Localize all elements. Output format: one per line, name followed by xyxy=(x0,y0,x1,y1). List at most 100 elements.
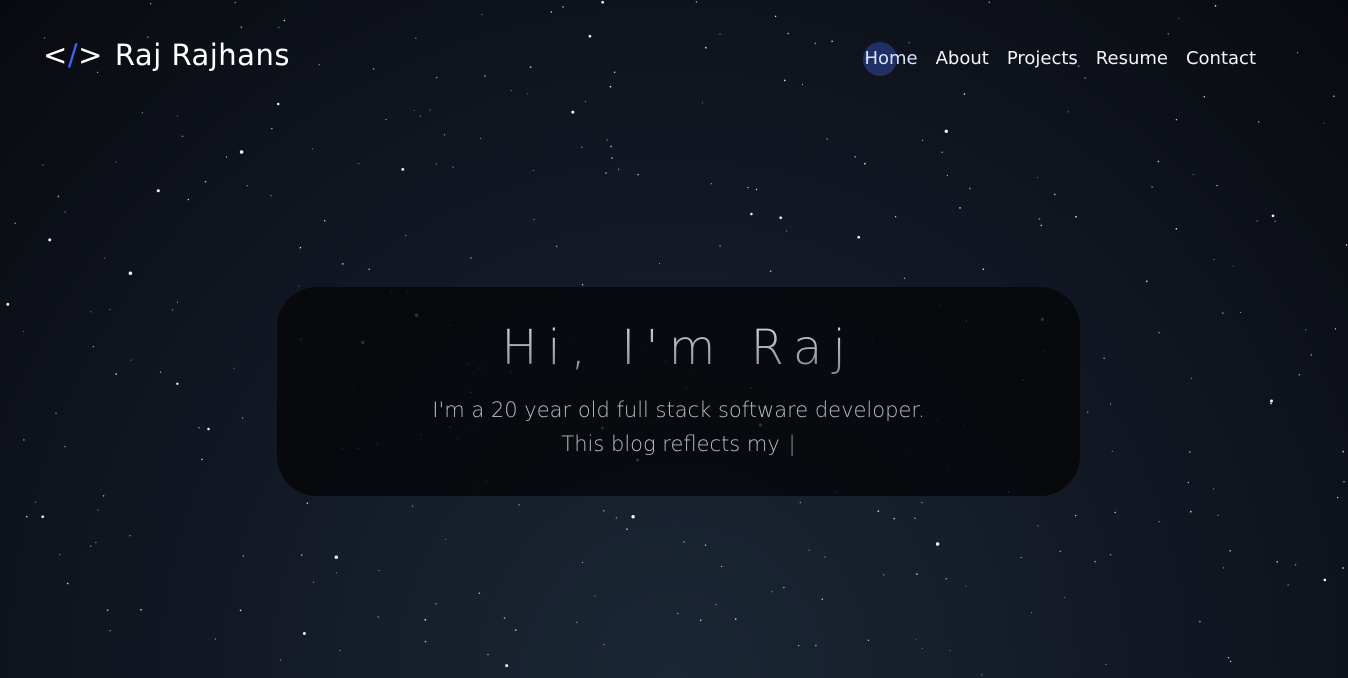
star xyxy=(1189,510,1192,513)
star xyxy=(214,638,216,640)
star xyxy=(1337,496,1339,499)
site-logo[interactable]: < / > Raj Rajhans xyxy=(43,38,290,72)
star xyxy=(1203,96,1206,98)
star xyxy=(503,617,506,619)
star xyxy=(1187,481,1189,484)
site-title: Raj Rajhans xyxy=(114,38,290,72)
star xyxy=(42,164,44,166)
star xyxy=(1059,550,1062,553)
star xyxy=(479,137,482,140)
star xyxy=(963,93,966,95)
star xyxy=(787,32,790,35)
star xyxy=(824,556,826,558)
star xyxy=(510,90,512,92)
star xyxy=(334,555,339,559)
star xyxy=(854,155,856,158)
star xyxy=(594,595,596,597)
nav-about-link[interactable]: About xyxy=(927,46,998,71)
star xyxy=(715,603,717,606)
star xyxy=(1074,514,1077,517)
star xyxy=(1229,660,1232,663)
star xyxy=(64,211,66,213)
star xyxy=(385,119,387,121)
star xyxy=(935,542,940,546)
star xyxy=(1020,557,1022,559)
star xyxy=(95,541,97,544)
star xyxy=(443,134,446,136)
star xyxy=(435,163,437,165)
star xyxy=(435,602,437,605)
star xyxy=(487,654,489,656)
star xyxy=(720,565,723,568)
star xyxy=(128,271,133,275)
star xyxy=(1216,184,1218,187)
star xyxy=(555,245,558,248)
star xyxy=(799,501,802,504)
hero-subtitle-line1: I'm a 20 year old full stack software de… xyxy=(432,398,925,422)
star xyxy=(278,26,280,29)
star xyxy=(1296,52,1299,54)
star xyxy=(1190,377,1193,379)
star xyxy=(240,26,243,29)
nav-contact-link[interactable]: Contact xyxy=(1177,46,1265,71)
star xyxy=(921,647,923,649)
star xyxy=(1031,612,1033,614)
logo-code-slash: / xyxy=(67,38,79,72)
star xyxy=(1271,214,1275,218)
star xyxy=(1221,312,1224,314)
star xyxy=(372,68,375,70)
star xyxy=(581,146,583,148)
star xyxy=(637,173,639,176)
star xyxy=(59,554,61,556)
star xyxy=(1109,553,1112,556)
star xyxy=(1084,77,1086,79)
nav-projects-link[interactable]: Projects xyxy=(998,46,1087,71)
star xyxy=(377,616,380,618)
star xyxy=(755,188,758,191)
star xyxy=(233,367,235,369)
star xyxy=(1257,121,1260,123)
star xyxy=(785,230,787,232)
star xyxy=(1110,403,1112,405)
star xyxy=(411,505,414,507)
star xyxy=(864,162,866,165)
star xyxy=(64,445,66,448)
star xyxy=(704,544,707,546)
star xyxy=(626,528,628,530)
star xyxy=(613,71,616,73)
star xyxy=(198,426,200,429)
star xyxy=(156,189,160,193)
star xyxy=(1256,220,1258,222)
star xyxy=(176,301,179,303)
star xyxy=(6,302,10,306)
star xyxy=(1298,373,1301,376)
hero-subtitle-line2: This blog reflects my xyxy=(561,432,780,456)
star xyxy=(877,510,880,512)
logo-code-close: > xyxy=(78,38,103,72)
star xyxy=(302,632,306,635)
star xyxy=(1103,357,1105,359)
star xyxy=(341,263,344,265)
star xyxy=(946,174,949,176)
star xyxy=(181,135,184,138)
star xyxy=(1274,220,1276,223)
star xyxy=(533,218,535,221)
star xyxy=(1343,480,1345,483)
star xyxy=(821,598,824,600)
star xyxy=(419,115,421,117)
typing-cursor: | xyxy=(788,432,796,456)
star xyxy=(159,371,162,373)
nav-home-link[interactable]: Home xyxy=(855,42,926,76)
star xyxy=(141,112,143,114)
star xyxy=(603,510,605,512)
star xyxy=(239,609,242,612)
star xyxy=(1213,259,1215,260)
star xyxy=(532,169,534,172)
nav-resume-link[interactable]: Resume xyxy=(1087,46,1177,71)
star xyxy=(106,609,109,612)
star xyxy=(867,639,870,641)
star xyxy=(610,145,612,148)
star xyxy=(699,619,702,622)
star xyxy=(779,216,783,220)
star xyxy=(601,0,605,4)
